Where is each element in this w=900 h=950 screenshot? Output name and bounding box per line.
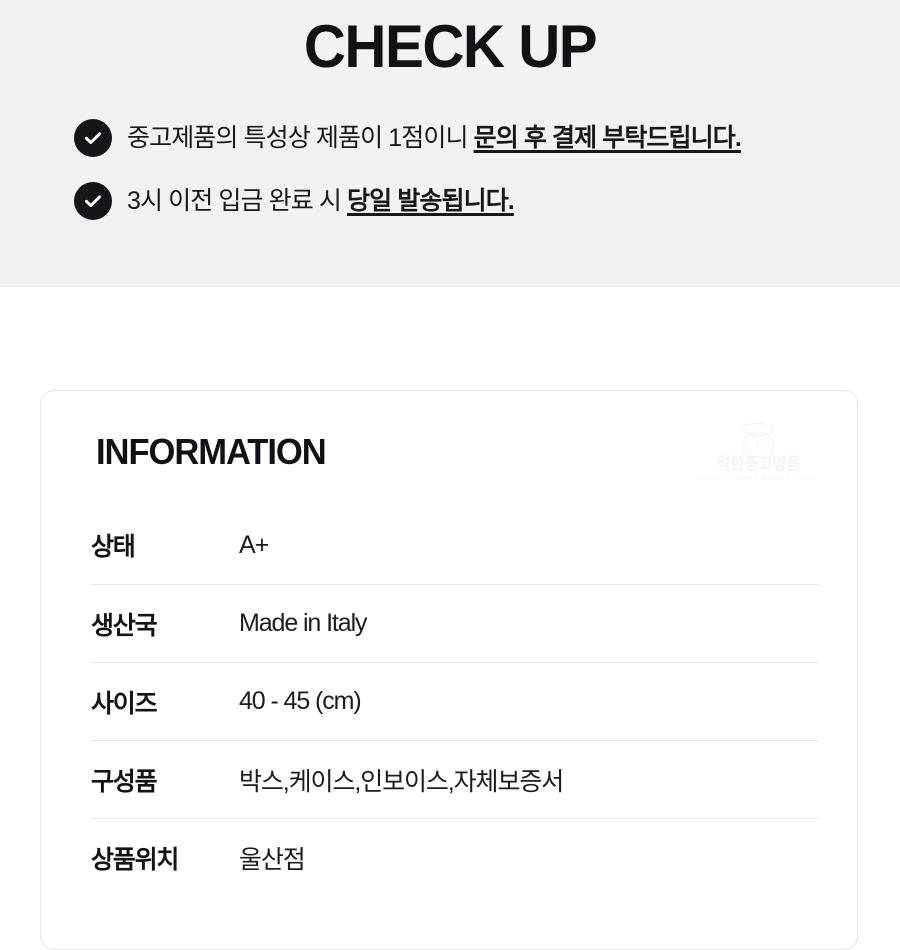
check-circle-icon — [74, 119, 112, 157]
table-row-label: 생산국 — [91, 611, 158, 640]
table-row: 상품위치 울산점 — [91, 818, 819, 896]
checkup-item-text-emphasis: 당일 발송됩니다. — [347, 187, 515, 215]
table-row-label: 상태 — [91, 533, 136, 561]
table-row-value: 박스,케이스,인보이스,자체보증서 — [239, 767, 564, 796]
table-row-label: 사이즈 — [91, 689, 158, 718]
table-row: 생산국 Made in Italy — [91, 584, 819, 662]
information-card: INFORMATION 착한중고명품 LUXURY GOODS 상태 A+ 생산… — [40, 390, 858, 950]
brand-watermark: 착한중고명품 LUXURY GOODS — [697, 419, 819, 493]
checkup-title: CHECK UP — [303, 13, 598, 80]
checkup-item: 3시 이전 입금 완료 시 당일 발송됩니다. — [74, 181, 874, 221]
table-row: 상태 A+ — [91, 506, 819, 584]
table-row-label: 구성품 — [91, 767, 158, 796]
table-row-label: 상품위치 — [91, 845, 179, 874]
checkup-section: CHECK UP 중고제품의 특성상 제품이 1점이니 문의 후 결제 부탁드립… — [0, 0, 900, 287]
table-row-value: Made in Italy — [239, 609, 368, 637]
information-table: 상태 A+ 생산국 Made in Italy 사이즈 40 - 45 (cm)… — [91, 506, 819, 896]
table-row-value: A+ — [239, 530, 269, 559]
checkup-item-text-plain: 3시 이전 입금 완료 시 — [127, 187, 348, 215]
information-title: INFORMATION — [96, 431, 327, 472]
section-spacer — [0, 287, 900, 390]
table-row: 사이즈 40 - 45 (cm) — [91, 662, 819, 740]
checkup-item-text: 3시 이전 입금 완료 시 당일 발송됩니다. — [127, 181, 515, 221]
table-row-value: 40 - 45 (cm) — [239, 687, 362, 715]
table-row-value: 울산점 — [239, 845, 306, 874]
checkup-item: 중고제품의 특성상 제품이 1점이니 문의 후 결제 부탁드립니다. — [74, 118, 874, 158]
check-circle-icon — [74, 182, 112, 220]
checkup-item-text: 중고제품의 특성상 제품이 1점이니 문의 후 결제 부탁드립니다. — [127, 118, 742, 158]
watermark-brand-text: 착한중고명품 — [716, 456, 800, 473]
checkup-item-text-emphasis: 문의 후 결제 부탁드립니다. — [473, 124, 742, 152]
checkup-item-text-plain: 중고제품의 특성상 제품이 1점이니 — [127, 124, 474, 152]
watermark-subtitle-text: LUXURY GOODS — [724, 475, 792, 482]
checkup-list: 중고제품의 특성상 제품이 1점이니 문의 후 결제 부탁드립니다. 3시 이전… — [74, 118, 874, 244]
table-row: 구성품 박스,케이스,인보이스,자체보증서 — [91, 740, 819, 818]
